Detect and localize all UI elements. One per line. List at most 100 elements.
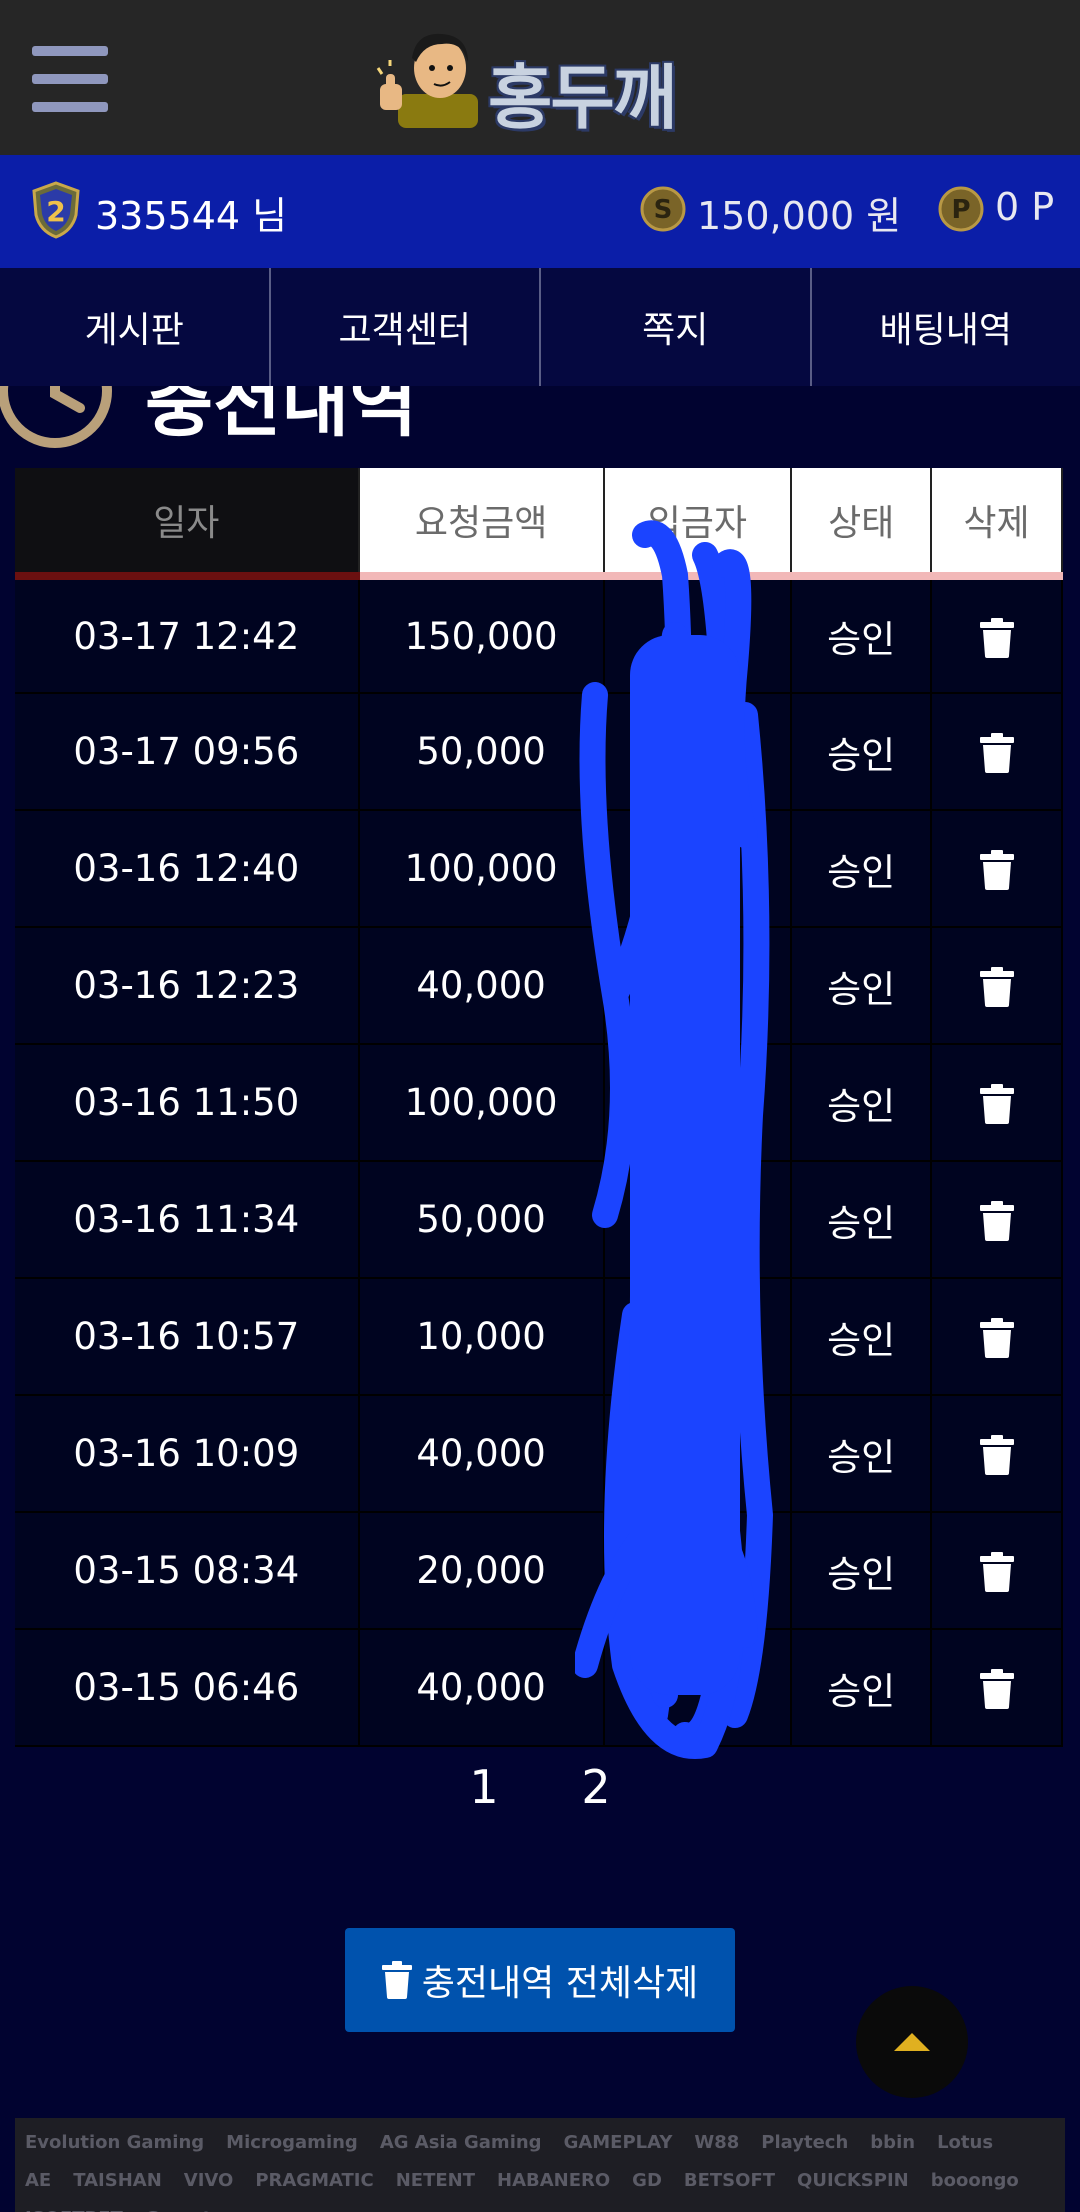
point-amount: 0 P <box>995 185 1055 229</box>
page-link-1[interactable]: 1 <box>469 1760 498 1814</box>
cell-status: 승인 <box>791 1278 933 1396</box>
cell-status: 승인 <box>791 1629 933 1747</box>
trash-icon[interactable] <box>979 1552 1014 1593</box>
user-info-bar: 2 335544 님 S 150,000 원 P 0 P <box>0 155 1080 268</box>
cell-depositor <box>603 1512 793 1630</box>
page-title: 충전내역 <box>145 386 418 447</box>
logo-text: 홍두깨 <box>488 57 677 139</box>
table-row: 03-16 10:57 10,000 승인 <box>15 1278 1063 1396</box>
tab-messages[interactable]: 쪽지 <box>541 268 812 386</box>
cell-amount: 100,000 <box>358 1044 605 1162</box>
cell-date: 03-17 12:42 <box>15 576 360 694</box>
provider-logo: QUICKSPIN <box>797 2170 909 2191</box>
cell-date: 03-17 09:56 <box>15 693 360 811</box>
username[interactable]: 335544 님 <box>95 185 287 240</box>
cell-status: 승인 <box>791 1512 933 1630</box>
provider-logo: Evolution Gaming <box>25 2132 205 2153</box>
cell-depositor <box>603 1395 793 1513</box>
table-row: 03-16 10:09 40,000 승인 <box>15 1395 1063 1513</box>
cell-delete <box>931 576 1063 694</box>
column-header-delete: 삭제 <box>931 468 1063 580</box>
cell-amount: 40,000 <box>358 1395 605 1513</box>
cell-status: 승인 <box>791 1395 933 1513</box>
cell-date: 03-16 10:09 <box>15 1395 360 1513</box>
cell-date: 03-15 06:46 <box>15 1629 360 1747</box>
game-providers-strip: Evolution Gaming Microgaming AG Asia Gamin… <box>15 2118 1065 2212</box>
delete-all-button[interactable]: 충전내역 전체삭제 <box>345 1928 735 2032</box>
cell-status: 승인 <box>791 810 933 928</box>
cell-date: 03-16 12:40 <box>15 810 360 928</box>
trash-icon[interactable] <box>979 617 1014 658</box>
column-header-depositor: 입금자 <box>603 468 793 580</box>
table-row: 03-17 12:42 150,000 승인 <box>15 576 1063 694</box>
cell-status: 승인 <box>791 1044 933 1162</box>
trash-icon[interactable] <box>979 1669 1014 1710</box>
point-coin-icon: P <box>938 186 984 232</box>
trash-icon[interactable] <box>979 1084 1014 1125</box>
table-row: 03-16 12:23 40,000 승인 <box>15 927 1063 1045</box>
provider-logo: Lotus <box>937 2132 994 2153</box>
cell-amount: 40,000 <box>358 927 605 1045</box>
cell-delete <box>931 927 1063 1045</box>
cell-amount: 100,000 <box>358 810 605 928</box>
top-header: 홍두깨 <box>0 0 1080 155</box>
hamburger-menu-icon[interactable] <box>32 46 108 112</box>
column-header-amount: 요청금액 <box>358 468 605 580</box>
table-row: 03-15 08:34 20,000 승인 <box>15 1512 1063 1630</box>
cell-delete <box>931 693 1063 811</box>
trash-icon[interactable] <box>979 1201 1014 1242</box>
provider-logo: bbin <box>870 2132 916 2153</box>
provider-logo: GAMEPLAY <box>563 2132 673 2153</box>
trash-icon[interactable] <box>979 1318 1014 1359</box>
cell-depositor <box>603 810 793 928</box>
site-logo[interactable]: 홍두깨 <box>376 28 716 139</box>
trash-icon[interactable] <box>979 850 1014 891</box>
balance-amount: 150,000 원 <box>697 194 902 238</box>
section-header: 충전내역 <box>0 386 1080 466</box>
coin-money-icon: S <box>640 186 686 232</box>
provider-logo: BETSOFT <box>683 2170 776 2191</box>
svg-text:S: S <box>654 195 673 225</box>
table-row: 03-17 09:56 50,000 승인 <box>15 693 1063 811</box>
logo-character-icon <box>376 33 478 128</box>
provider-logo: Gamatron <box>145 2200 246 2212</box>
cell-depositor <box>603 1629 793 1747</box>
provider-logo: GD <box>632 2170 662 2191</box>
trash-icon[interactable] <box>979 967 1014 1008</box>
cell-amount: 50,000 <box>358 693 605 811</box>
provider-logo: booongo <box>930 2170 1019 2191</box>
trash-icon[interactable] <box>979 1435 1014 1476</box>
cell-delete <box>931 1512 1063 1630</box>
cell-amount: 40,000 <box>358 1629 605 1747</box>
column-header-date: 일자 <box>15 468 360 580</box>
level-shield-icon: 2 <box>32 181 80 239</box>
provider-logo: NETENT <box>395 2170 475 2191</box>
cell-delete <box>931 1161 1063 1279</box>
cell-depositor <box>603 1161 793 1279</box>
tab-betting-history[interactable]: 배팅내역 <box>812 268 1080 386</box>
cell-delete <box>931 810 1063 928</box>
cell-amount: 10,000 <box>358 1278 605 1396</box>
tab-customer-center[interactable]: 고객센터 <box>271 268 541 386</box>
clock-icon <box>0 386 112 448</box>
page-link-2[interactable]: 2 <box>581 1760 610 1814</box>
cell-date: 03-15 08:34 <box>15 1512 360 1630</box>
table-row: 03-16 11:34 50,000 승인 <box>15 1161 1063 1279</box>
table-row: 03-16 12:40 100,000 승인 <box>15 810 1063 928</box>
cell-amount: 50,000 <box>358 1161 605 1279</box>
tab-board[interactable]: 게시판 <box>0 268 271 386</box>
provider-logo: AE <box>25 2170 52 2191</box>
cell-depositor <box>603 927 793 1045</box>
cell-status: 승인 <box>791 927 933 1045</box>
main-nav: 게시판 고객센터 쪽지 배팅내역 <box>0 268 1080 386</box>
provider-logo: TAISHAN <box>73 2170 162 2191</box>
cell-date: 03-16 11:34 <box>15 1161 360 1279</box>
cell-delete <box>931 1629 1063 1747</box>
provider-logo: PRAGMATIC <box>255 2170 374 2191</box>
scroll-top-button[interactable] <box>856 1986 968 2098</box>
provider-logo: HABANERO <box>497 2170 611 2191</box>
provider-logo: VIVO <box>183 2170 234 2191</box>
delete-all-label: 충전내역 전체삭제 <box>421 1963 699 2004</box>
trash-icon <box>381 1961 412 1999</box>
trash-icon[interactable] <box>979 733 1014 774</box>
